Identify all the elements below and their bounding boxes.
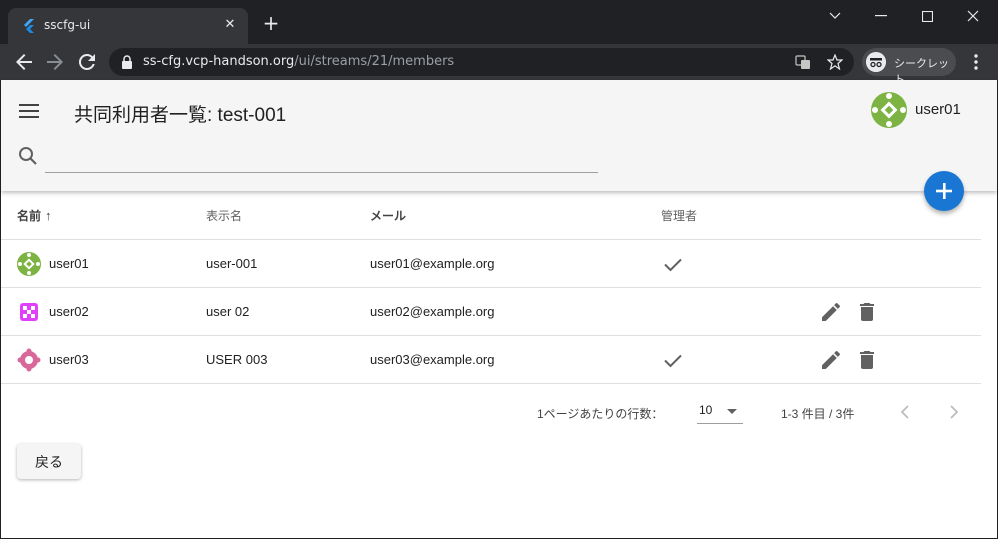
flutter-favicon-icon — [24, 19, 34, 33]
back-arrow-icon[interactable] — [12, 50, 36, 74]
close-window-icon[interactable] — [950, 0, 996, 32]
url-host: ss-cfg.vcp-handson.org — [143, 54, 295, 69]
member-display-name: user-001 — [206, 256, 258, 271]
row-actions — [819, 288, 891, 335]
member-name: user02 — [49, 304, 89, 319]
browser-window: sscfg-ui ✕ + ss-cfg.vcp-handson.org/ui/s… — [0, 0, 998, 539]
bookmark-star-icon[interactable] — [827, 54, 843, 70]
translate-icon[interactable] — [795, 54, 811, 70]
member-display-name: USER 003 — [206, 352, 268, 367]
user-name: user01 — [915, 101, 961, 118]
reload-icon[interactable] — [75, 50, 99, 74]
next-page-icon[interactable] — [944, 402, 964, 422]
incognito-icon — [866, 52, 886, 72]
user02-avatar-icon — [17, 299, 41, 324]
member-display-name: user 02 — [206, 304, 250, 319]
column-header-name-label: 名前 — [17, 208, 42, 223]
minimize-icon[interactable] — [858, 0, 904, 32]
page-range-text: 1-3 件目 / 3件 — [781, 407, 855, 421]
incognito-badge[interactable]: シークレット — [862, 48, 956, 86]
sort-arrow-icon: ↑ — [45, 207, 52, 223]
browser-toolbar: ss-cfg.vcp-handson.org/ui/streams/21/mem… — [0, 44, 998, 86]
page-title: 共同利用者一覧: test-001 — [74, 105, 287, 126]
menu-icon[interactable] — [19, 102, 41, 120]
lock-icon — [122, 55, 132, 69]
rows-per-page-select[interactable]: 10 — [697, 400, 743, 424]
add-member-button[interactable] — [924, 171, 964, 211]
plus-icon — [936, 183, 952, 199]
admin-cell — [661, 336, 685, 383]
dropdown-caret-icon — [727, 409, 737, 414]
pagination: 1ページあたりの行数： 10 1-3 件目 / 3件 — [1, 384, 981, 440]
row-actions — [819, 336, 891, 383]
member-name: user01 — [49, 256, 89, 271]
members-table: 名前 ↑ 表示名 メール 管理者 user01 user-001 user01@… — [1, 191, 981, 384]
search-icon — [19, 147, 37, 165]
check-icon — [664, 354, 682, 367]
search-input[interactable] — [45, 142, 598, 173]
forward-arrow-icon[interactable] — [43, 50, 67, 74]
member-name-cell: user02 — [17, 288, 89, 335]
prev-page-icon[interactable] — [895, 402, 915, 422]
member-name-cell: user01 — [17, 240, 89, 287]
check-icon — [664, 258, 682, 271]
column-header-display-name[interactable]: 表示名 — [206, 191, 242, 239]
admin-cell — [661, 240, 685, 287]
back-button[interactable]: 戻る — [17, 444, 81, 479]
user01-avatar-icon — [17, 251, 41, 276]
column-header-admin[interactable]: 管理者 — [661, 191, 697, 239]
edit-icon[interactable] — [819, 348, 843, 372]
rows-per-page-value: 10 — [699, 403, 713, 417]
member-name: user03 — [49, 352, 89, 367]
new-tab-button[interactable]: + — [262, 13, 280, 33]
maximize-icon[interactable] — [904, 0, 950, 32]
tab-close-icon[interactable]: ✕ — [222, 17, 238, 33]
member-email: user03@example.org — [370, 352, 495, 367]
table-row: user01 user-001 user01@example.org — [1, 240, 981, 288]
column-header-name[interactable]: 名前 ↑ — [17, 191, 52, 239]
member-email: user01@example.org — [370, 256, 495, 271]
table-row: user03 USER 003 user03@example.org — [1, 336, 981, 384]
page-content: 共同利用者一覧: test-001 user01 名前 ↑ 表示名 メール 管理… — [1, 80, 997, 538]
delete-icon[interactable] — [855, 300, 879, 324]
user-avatar-icon — [871, 92, 907, 128]
app-header: 共同利用者一覧: test-001 user01 — [1, 80, 997, 191]
member-email: user02@example.org — [370, 304, 495, 319]
address-bar[interactable]: ss-cfg.vcp-handson.org/ui/streams/21/mem… — [109, 48, 854, 76]
user03-avatar-icon — [17, 347, 41, 372]
browser-menu-icon[interactable] — [966, 52, 986, 72]
delete-icon[interactable] — [855, 348, 879, 372]
url-text: ss-cfg.vcp-handson.org/ui/streams/21/mem… — [143, 54, 454, 69]
column-header-email[interactable]: メール — [370, 191, 406, 239]
tab-search-icon[interactable] — [812, 0, 858, 32]
table-row: user02 user 02 user02@example.org — [1, 288, 981, 336]
edit-icon[interactable] — [819, 300, 843, 324]
browser-tab[interactable]: sscfg-ui ✕ — [8, 8, 248, 44]
rows-per-page-label: 1ページあたりの行数： — [537, 407, 664, 421]
tab-title: sscfg-ui — [44, 18, 91, 32]
table-header-row: 名前 ↑ 表示名 メール 管理者 — [1, 191, 981, 240]
member-name-cell: user03 — [17, 336, 89, 383]
url-path: /ui/streams/21/members — [294, 54, 455, 69]
tab-strip: sscfg-ui ✕ + — [0, 0, 998, 44]
